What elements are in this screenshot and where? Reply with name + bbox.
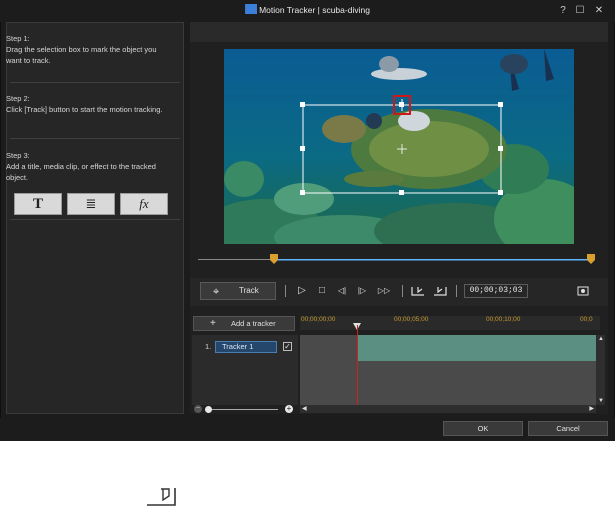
- divider: [285, 285, 286, 297]
- divider: [10, 219, 180, 220]
- playhead-line: [357, 325, 358, 405]
- step-2: Step 2: Click [Track] button to start th…: [6, 93, 170, 115]
- next-frame-button[interactable]: |▷: [354, 283, 370, 299]
- scuba-scene-image: [224, 49, 574, 244]
- divider: [10, 82, 180, 83]
- track-button[interactable]: ⌖ Track: [200, 282, 276, 300]
- tracker-clip[interactable]: [357, 335, 596, 361]
- previous-frame-button[interactable]: ◁|: [334, 283, 350, 299]
- crosshair-icon: ⌖: [213, 286, 220, 298]
- add-media-button[interactable]: ≣: [67, 193, 115, 215]
- divider: [456, 285, 457, 297]
- mark-out-icon-enlarged: [147, 488, 176, 506]
- horizontal-scrollbar[interactable]: ◀ ▶: [300, 405, 596, 413]
- app-logo-icon: [245, 4, 258, 14]
- ok-button[interactable]: OK: [443, 421, 523, 436]
- preview-header: [190, 22, 608, 42]
- step-2-text: Click [Track] button to start the motion…: [6, 105, 163, 114]
- snapshot-icon[interactable]: [575, 283, 591, 299]
- ruler-tick-label: 00;00;05;00: [394, 316, 429, 323]
- scroll-up-icon[interactable]: ▲: [598, 336, 604, 342]
- play-button[interactable]: ▷: [294, 283, 310, 299]
- step-1-text: Drag the selection box to mark the objec…: [6, 45, 157, 65]
- vertical-scrollbar[interactable]: ▲ ▼: [596, 335, 605, 405]
- video-preview[interactable]: [224, 49, 574, 244]
- step-3: Step 3: Add a title, media clip, or effe…: [6, 150, 170, 183]
- scroll-left-icon[interactable]: ◀: [302, 405, 307, 412]
- zoom-slider-thumb[interactable]: [205, 406, 212, 413]
- zoom-out-icon[interactable]: −: [194, 405, 202, 413]
- ruler-tick-label: 00;00;00;00: [301, 316, 336, 323]
- fast-forward-button[interactable]: ▷▷: [376, 283, 392, 299]
- stop-button[interactable]: □: [314, 283, 330, 299]
- steps-panel: [6, 22, 184, 414]
- scroll-down-icon[interactable]: ▼: [598, 398, 604, 404]
- window-title: Motion Tracker | scuba-diving: [0, 4, 615, 15]
- mark-out-icon[interactable]: [432, 283, 448, 299]
- add-effect-button[interactable]: fx: [120, 193, 168, 215]
- step-1: Step 1: Drag the selection box to mark t…: [6, 33, 170, 66]
- step-1-heading: Step 1:: [6, 34, 30, 43]
- zoom-slider[interactable]: [208, 409, 278, 410]
- tracker-checkbox[interactable]: ✓: [283, 342, 292, 351]
- ruler-tick-label: 00;0: [580, 316, 593, 323]
- close-button[interactable]: ✕: [592, 4, 606, 18]
- maximize-button[interactable]: ☐: [573, 4, 587, 18]
- step-3-heading: Step 3:: [6, 151, 30, 160]
- tracker-index: 1.: [205, 342, 212, 351]
- cancel-button[interactable]: Cancel: [528, 421, 608, 436]
- timeline-ruler[interactable]: [300, 316, 600, 330]
- divider: [402, 285, 403, 297]
- seek-bar[interactable]: [198, 257, 594, 263]
- step-3-text: Add a title, media clip, or effect to th…: [6, 162, 156, 182]
- add-tracker-button[interactable]: + Add a tracker: [193, 316, 295, 331]
- plus-icon: +: [210, 318, 216, 329]
- scroll-right-icon[interactable]: ▶: [589, 405, 594, 412]
- mark-in-icon[interactable]: [410, 283, 426, 299]
- tracker-name[interactable]: Tracker 1: [215, 341, 277, 353]
- zoom-in-icon[interactable]: +: [285, 405, 293, 413]
- step-2-heading: Step 2:: [6, 94, 30, 103]
- ruler-tick-label: 00;00;10;00: [486, 316, 521, 323]
- timecode-display: 00;00;03;03: [464, 284, 528, 298]
- divider: [10, 138, 180, 139]
- help-button[interactable]: ?: [556, 4, 570, 18]
- add-title-button[interactable]: T: [14, 193, 62, 215]
